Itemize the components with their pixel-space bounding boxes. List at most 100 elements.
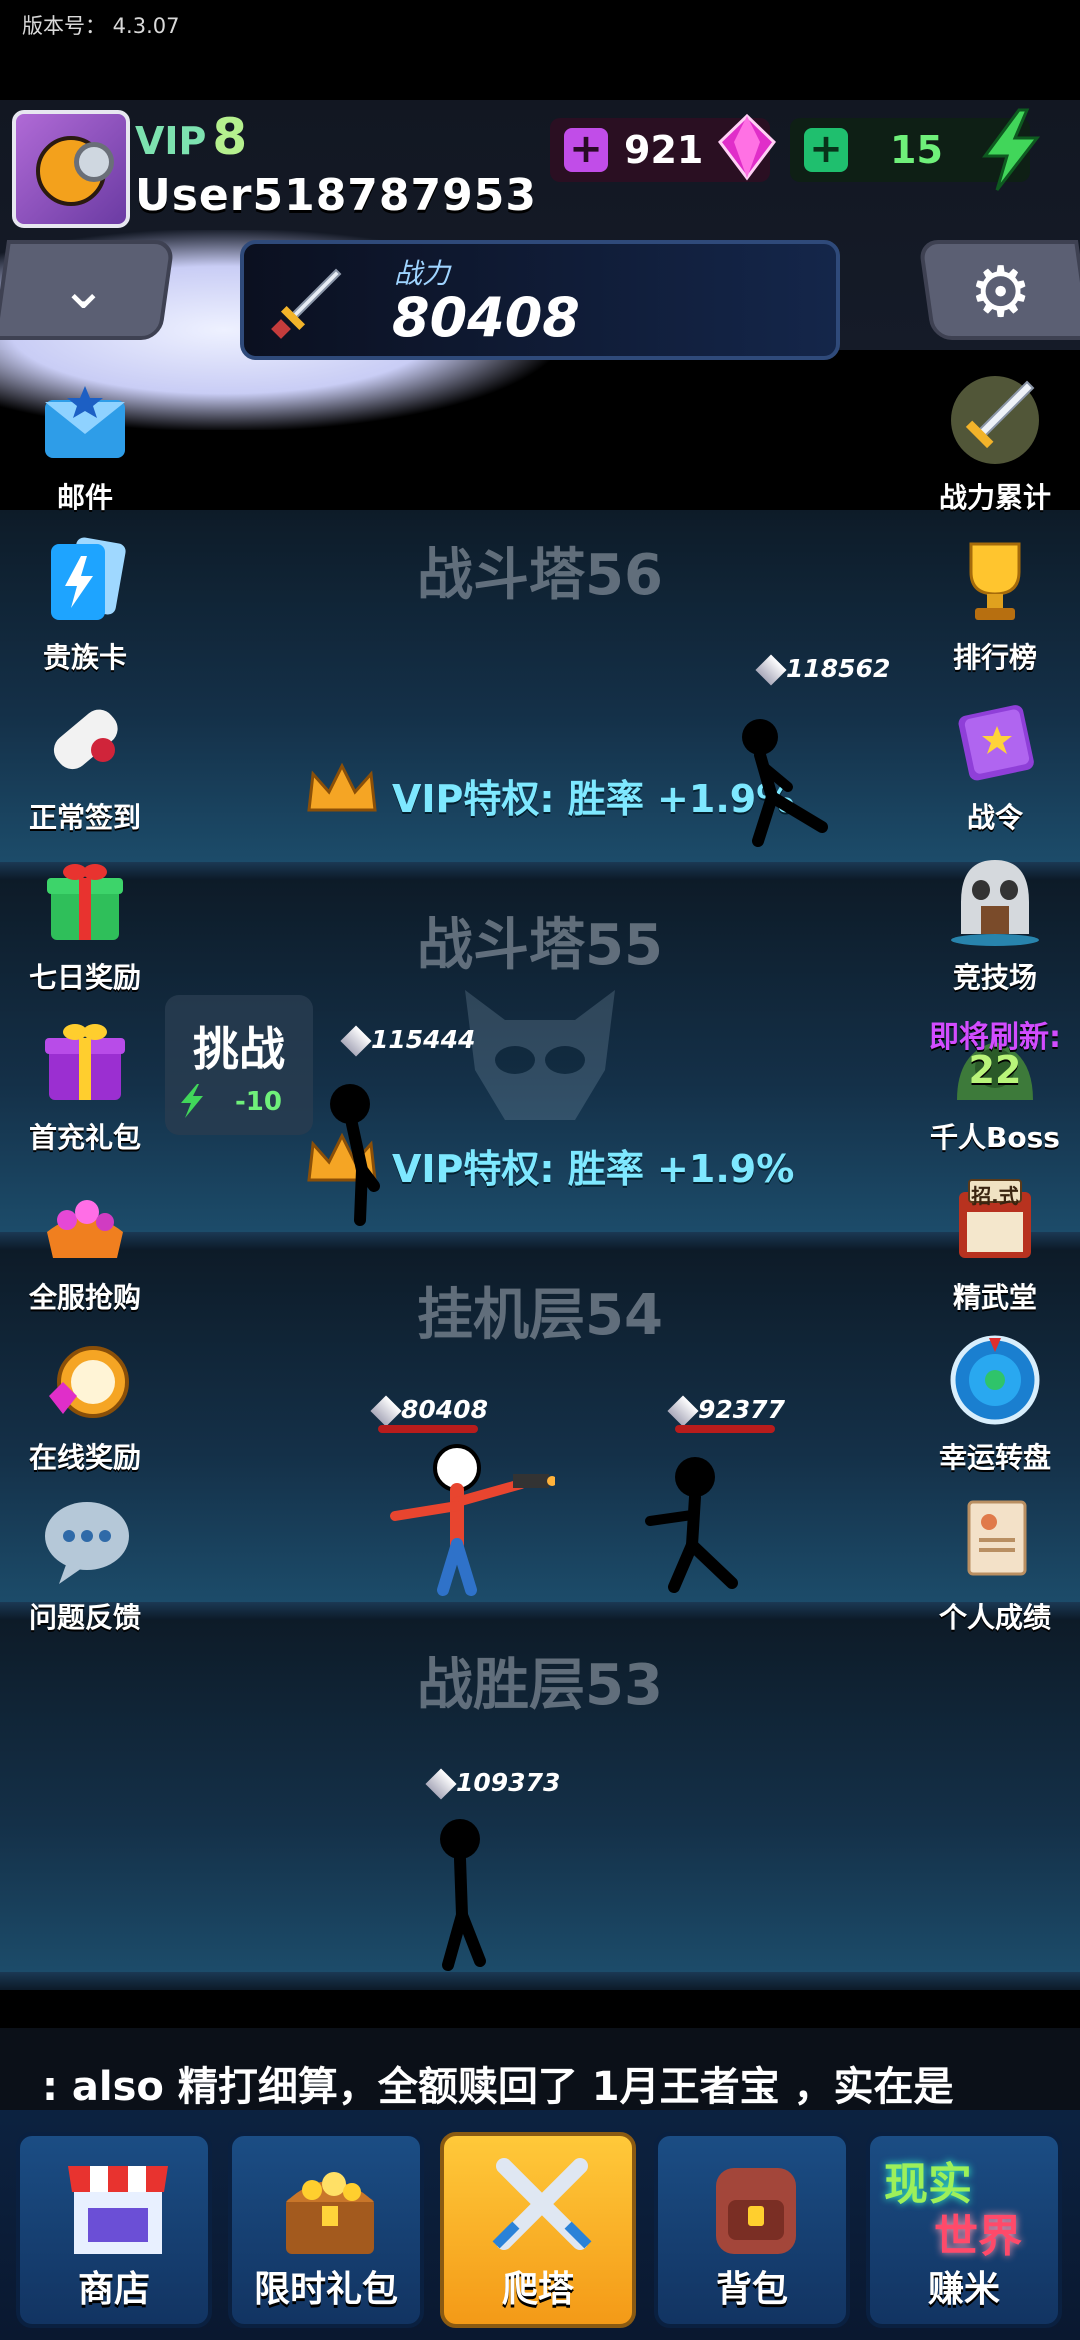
enemy-stickman[interactable]	[320, 1080, 400, 1230]
player-hp-bar	[378, 1425, 478, 1433]
menu-label: 问题反馈	[28, 1601, 141, 1634]
stopwatch-gem-icon	[49, 1346, 129, 1418]
enemy-power-tag: 118562	[755, 654, 891, 686]
challenge-button[interactable]: 挑战 -10	[165, 995, 313, 1135]
menu-label: 战令	[966, 801, 1023, 834]
enemy-stickman[interactable]	[640, 1455, 750, 1600]
scroll-checkin-icon	[53, 709, 118, 770]
add-gems-button[interactable]: +	[564, 128, 608, 172]
collapse-menu-button[interactable]: ⌄	[0, 240, 176, 340]
online-reward-button[interactable]: 在线奖励	[10, 1332, 160, 1476]
leaderboard-button[interactable]: 排行榜	[920, 532, 1070, 676]
sword-icon	[425, 1768, 457, 1800]
personal-record-button[interactable]: 个人成绩	[920, 1492, 1070, 1636]
avatar[interactable]	[12, 110, 130, 228]
sword-icon	[271, 268, 342, 339]
menu-label: 战力累计	[938, 481, 1051, 514]
arena-button[interactable]: 竞技场	[920, 852, 1070, 996]
gear-icon: ⚙	[969, 251, 1033, 333]
floor-53[interactable]: 战胜层53	[0, 1620, 1080, 1990]
sword-icon	[755, 654, 787, 686]
noble-card-button[interactable]: 贵族卡	[10, 532, 160, 676]
menu-label: 幸运转盘	[938, 1441, 1051, 1474]
menu-label: 竞技场	[952, 961, 1037, 994]
report-icon	[967, 1500, 1027, 1576]
vip-buff-text: VIP特权: 胜率 +1.9%	[392, 1147, 795, 1191]
floor-56[interactable]: 战斗塔56	[0, 510, 1080, 880]
trophy-icon	[969, 542, 1021, 620]
gem-count: 921	[624, 128, 704, 172]
skull-watermark-icon	[465, 990, 615, 1120]
enemy-power-tag: 115444	[340, 1025, 475, 1057]
settings-button[interactable]: ⚙	[917, 240, 1080, 340]
enemy-stickman[interactable]	[730, 715, 840, 855]
nav-shop[interactable]: 商店	[16, 2132, 212, 2328]
enemy-power-value: 118562	[786, 654, 891, 683]
menu-label: 个人成绩	[938, 1601, 1051, 1634]
gift-box-green-icon	[47, 864, 123, 940]
enemy-stickman[interactable]	[420, 1815, 500, 1975]
mail-icon	[45, 386, 125, 458]
vip-level: 8	[212, 108, 248, 166]
floor-title: 战斗塔56	[417, 543, 663, 608]
combat-power-panel: 战力 80408	[240, 240, 840, 360]
power-value: 80408	[392, 286, 580, 349]
menu-label: 七日奖励	[28, 961, 141, 994]
nav-label: 背包	[715, 2269, 788, 2310]
nav-tower[interactable]: 爬塔	[440, 2132, 636, 2328]
gem-icon	[718, 113, 776, 181]
menu-label: 邮件	[56, 481, 113, 514]
nav-label: 商店	[77, 2269, 150, 2310]
mail-button[interactable]: 邮件	[10, 372, 160, 516]
avatar-magnifier	[74, 142, 114, 182]
challenge-label: 挑战	[193, 1022, 285, 1076]
checkin-button[interactable]: 正常签到	[10, 692, 160, 836]
floor-title: 战胜层53	[417, 1653, 663, 1718]
player-power-tag: 80408	[370, 1395, 488, 1427]
crown-icon	[307, 762, 377, 812]
nav-backpack[interactable]: 背包	[654, 2132, 850, 2328]
world-boss-button[interactable]: 即将刷新: 22 千人Boss	[920, 1012, 1070, 1156]
nav-label: 限时礼包	[253, 2269, 398, 2310]
bottom-nav: 商店 限时礼包 爬塔 背包 现实 世界 赚米	[0, 2110, 1080, 2340]
treasure-chest-icon	[286, 2172, 374, 2254]
enemy-power-tag: 92377	[667, 1395, 785, 1427]
nav-limited-gift[interactable]: 限时礼包	[228, 2132, 424, 2328]
chevron-down-icon: ⌄	[60, 257, 107, 322]
dojo-button[interactable]: 招.式 精武堂	[920, 1172, 1070, 1316]
power-accumulate-button[interactable]: 战力累计	[920, 372, 1070, 516]
boss-refresh-count: 22	[968, 1048, 1022, 1092]
real-world-badge-bottom: 世界	[934, 2211, 1022, 2262]
noble-card-icon	[51, 537, 126, 620]
first-recharge-button[interactable]: 首充礼包	[10, 1012, 160, 1156]
lucky-wheel-button[interactable]: 幸运转盘	[920, 1332, 1070, 1476]
menu-label: 正常签到	[28, 801, 141, 834]
nav-label: 赚米	[927, 2269, 1000, 2310]
skull-gate-icon	[951, 860, 1039, 946]
add-energy-button[interactable]: +	[804, 128, 848, 172]
seven-day-reward-button[interactable]: 七日奖励	[10, 852, 160, 996]
menu-label: 首充礼包	[28, 1121, 141, 1154]
player-stickman[interactable]	[385, 1440, 555, 1600]
backpack-icon	[716, 2168, 796, 2254]
floor-title: 战斗塔55	[417, 913, 663, 978]
shop-icon	[68, 2166, 168, 2254]
menu-label: 在线奖励	[28, 1441, 141, 1474]
nav-label: 爬塔	[501, 2269, 574, 2310]
nav-earn[interactable]: 现实 世界 赚米	[866, 2132, 1062, 2328]
floor-title: 挂机层54	[417, 1283, 663, 1348]
username: User518787953	[135, 170, 537, 221]
enemy-power-tag: 109373	[425, 1768, 560, 1800]
sword-icon	[340, 1025, 372, 1057]
treasure-icon	[47, 1200, 123, 1258]
server-flash-sale-button[interactable]: 全服抢购	[10, 1172, 160, 1316]
feedback-button[interactable]: 问题反馈	[10, 1492, 160, 1636]
player-power-value: 80408	[401, 1395, 488, 1424]
dojo-sign: 招.式	[971, 1184, 1019, 1208]
battle-pass-button[interactable]: 战令	[920, 692, 1070, 836]
vip-badge: VIP 8	[135, 108, 247, 166]
ticker-text: : also 精打细算，全额赎回了 1月王者宝 ，实在是	[42, 2064, 954, 2110]
menu-label: 全服抢购	[28, 1281, 141, 1314]
menu-label: 千人Boss	[930, 1121, 1060, 1154]
enemy-power-value: 92377	[698, 1395, 785, 1424]
